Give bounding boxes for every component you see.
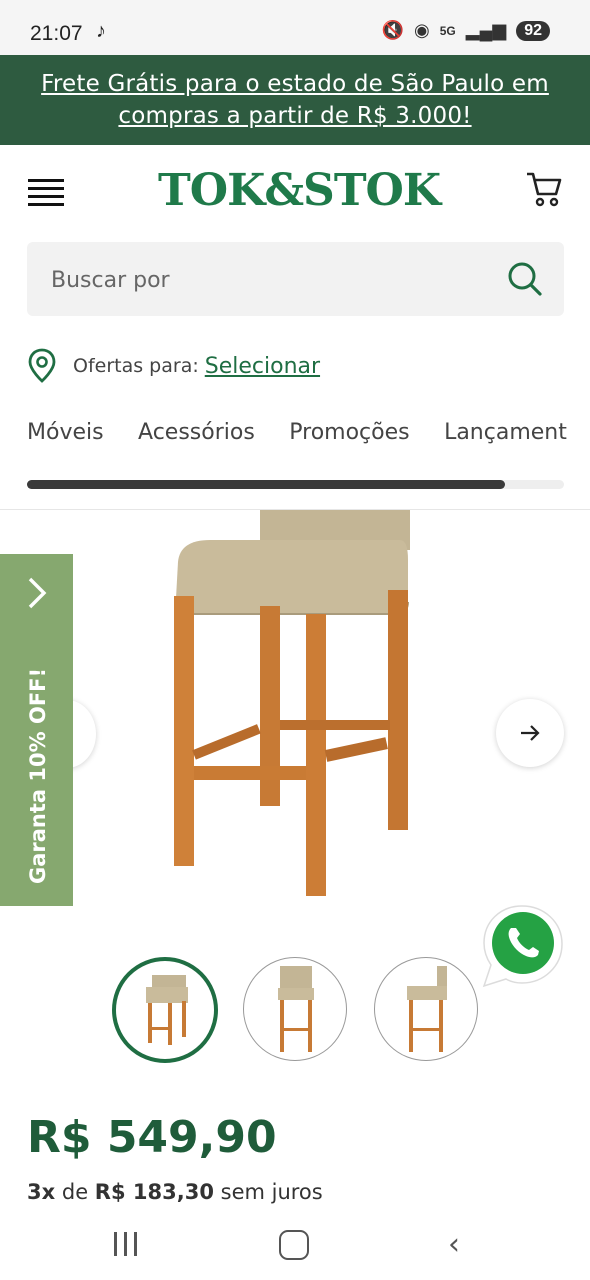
location-select-link[interactable]: Selecionar: [205, 354, 320, 379]
thumbnail-image: [146, 975, 188, 1045]
installments-value: R$ 183,30: [94, 1180, 214, 1204]
back-icon[interactable]: ‹: [448, 1227, 460, 1262]
cart-icon[interactable]: [524, 169, 564, 209]
product-price: R$ 549,90: [27, 1112, 277, 1163]
discount-side-tab[interactable]: Garanta 10% OFF!: [0, 554, 73, 906]
chevron-right-icon: [28, 577, 47, 609]
5g-icon: 5G: [439, 23, 456, 38]
gallery-thumbnail-2[interactable]: [243, 957, 347, 1061]
installments-count: 3x: [27, 1180, 56, 1204]
battery-indicator: 92: [516, 20, 550, 41]
arrow-right-icon: [521, 725, 540, 741]
location-selector: Ofertas para: Selecionar: [27, 346, 320, 386]
installments-info: 3x de R$ 183,30 sem juros: [27, 1180, 323, 1204]
category-promocoes[interactable]: Promoções: [289, 420, 409, 445]
category-moveis[interactable]: Móveis: [27, 420, 104, 445]
gallery-thumbnail-3[interactable]: [374, 957, 478, 1061]
tiktok-icon: ♪: [96, 20, 106, 42]
status-bar: 21:07 ♪ 🔇 ◉ 5G ▂▄▆ 92: [0, 0, 590, 55]
installments-suffix: sem juros: [220, 1180, 323, 1204]
location-label: Ofertas para:: [73, 355, 199, 377]
promo-banner[interactable]: Frete Grátis para o estado de São Paulo …: [0, 55, 590, 145]
gallery-next-button[interactable]: [496, 699, 564, 767]
search-icon[interactable]: [506, 260, 544, 298]
category-scrollbar[interactable]: [27, 480, 564, 489]
category-nav: Móveis Acessórios Promoções Lançamentos: [27, 420, 567, 460]
category-acessorios[interactable]: Acessórios: [138, 420, 255, 445]
site-header: TOK&STOK: [0, 145, 590, 240]
logo[interactable]: TOK&STOK: [158, 165, 441, 216]
category-scrollbar-thumb[interactable]: [27, 480, 505, 489]
gallery-thumbnail-1[interactable]: [112, 957, 218, 1063]
status-icons: 🔇 ◉ 5G ▂▄▆ 92: [382, 20, 550, 41]
search-bar: [27, 242, 564, 316]
search-input[interactable]: [49, 262, 493, 298]
product-image: [174, 510, 410, 896]
discount-side-tab-label: Garanta 10% OFF!: [26, 667, 50, 884]
location-pin-icon: [28, 348, 56, 383]
system-nav-bar: ‹: [0, 1212, 590, 1280]
hotspot-icon: ◉: [414, 20, 430, 40]
signal-icon: ▂▄▆: [465, 20, 507, 40]
home-icon[interactable]: [279, 1230, 309, 1260]
thumbnail-image: [278, 966, 314, 1052]
thumbnail-image: [407, 966, 447, 1052]
menu-icon[interactable]: [28, 179, 64, 206]
category-lancamentos[interactable]: Lançamentos: [444, 420, 567, 445]
status-time: 21:07: [30, 22, 83, 45]
installments-connector: de: [61, 1180, 89, 1204]
promo-banner-text[interactable]: Frete Grátis para o estado de São Paulo …: [25, 68, 565, 132]
whatsapp-icon[interactable]: [478, 902, 566, 990]
recent-apps-icon[interactable]: [114, 1232, 144, 1258]
mute-icon: 🔇: [381, 20, 405, 40]
